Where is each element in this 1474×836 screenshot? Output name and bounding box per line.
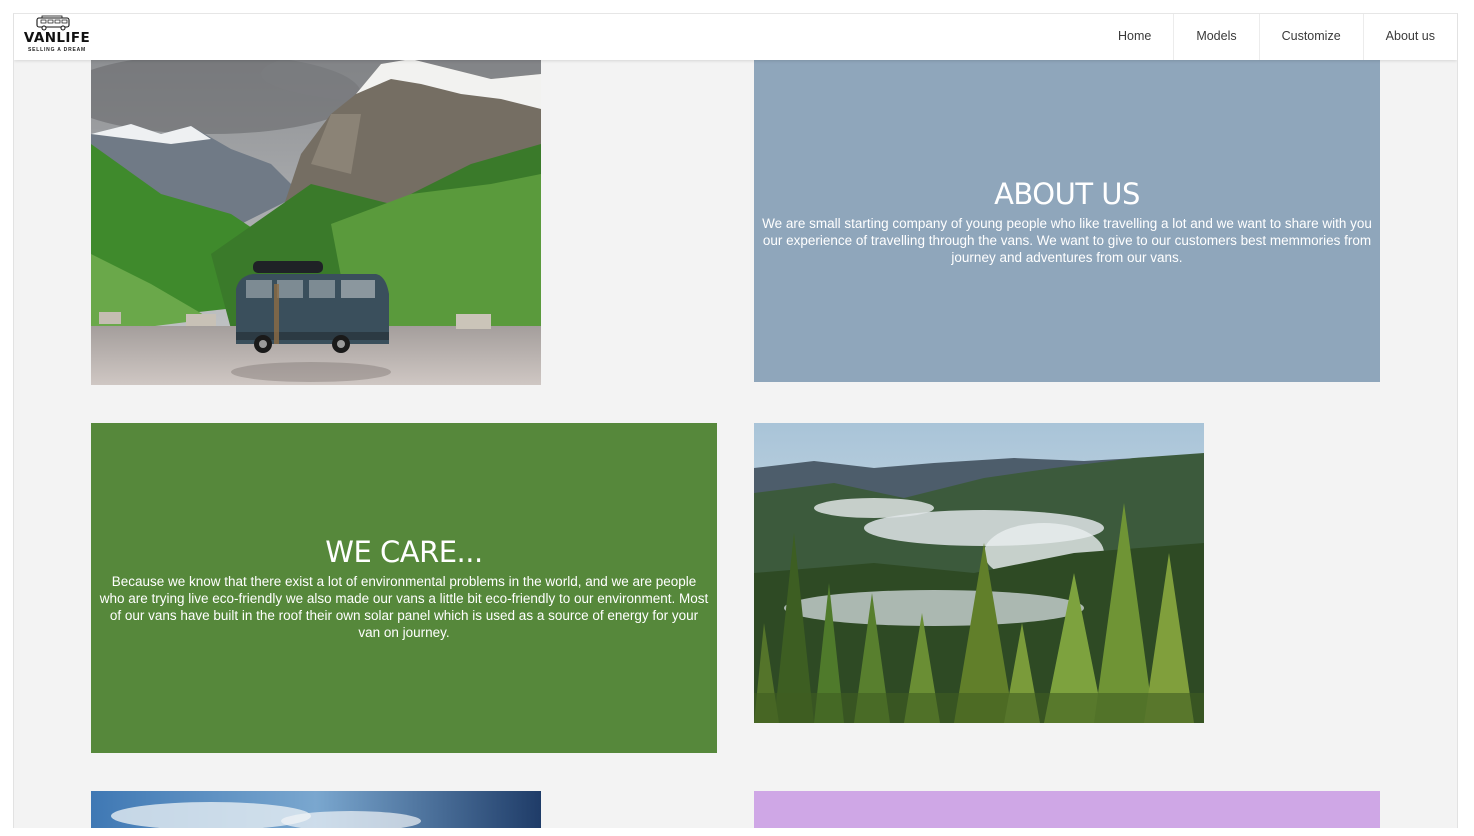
page-frame: VANLIFE SELLING A DREAM Home Models Cust… [13,13,1458,828]
brand-name: VANLIFE [23,30,91,46]
we-care-text: Because we know that there exist a lot o… [99,574,709,640]
nav-menu: Home Models Customize About us [1096,14,1457,60]
nav-customize-link[interactable]: Customize [1258,14,1363,60]
brand-logo[interactable]: VANLIFE SELLING A DREAM [17,15,97,57]
forest-photo [754,423,1204,723]
about-us-title: ABOUT US [994,176,1140,211]
brand-tagline: SELLING A DREAM [27,47,87,53]
we-care-title: WE CARE... [325,535,483,569]
about-us-panel: ABOUT US We are small starting company o… [754,60,1380,382]
mountain-van-photo [91,54,541,385]
we-care-panel: WE CARE... Because we know that there ex… [91,423,717,753]
van-icon [36,15,70,31]
about-us-text: We are small starting company of young p… [762,215,1372,265]
sky-photo [91,791,541,828]
nav-about-link[interactable]: About us [1362,14,1457,60]
lilac-panel [754,791,1380,828]
navbar: VANLIFE SELLING A DREAM Home Models Cust… [14,14,1457,60]
nav-home-link[interactable]: Home [1096,14,1173,60]
nav-models-link[interactable]: Models [1173,14,1258,60]
